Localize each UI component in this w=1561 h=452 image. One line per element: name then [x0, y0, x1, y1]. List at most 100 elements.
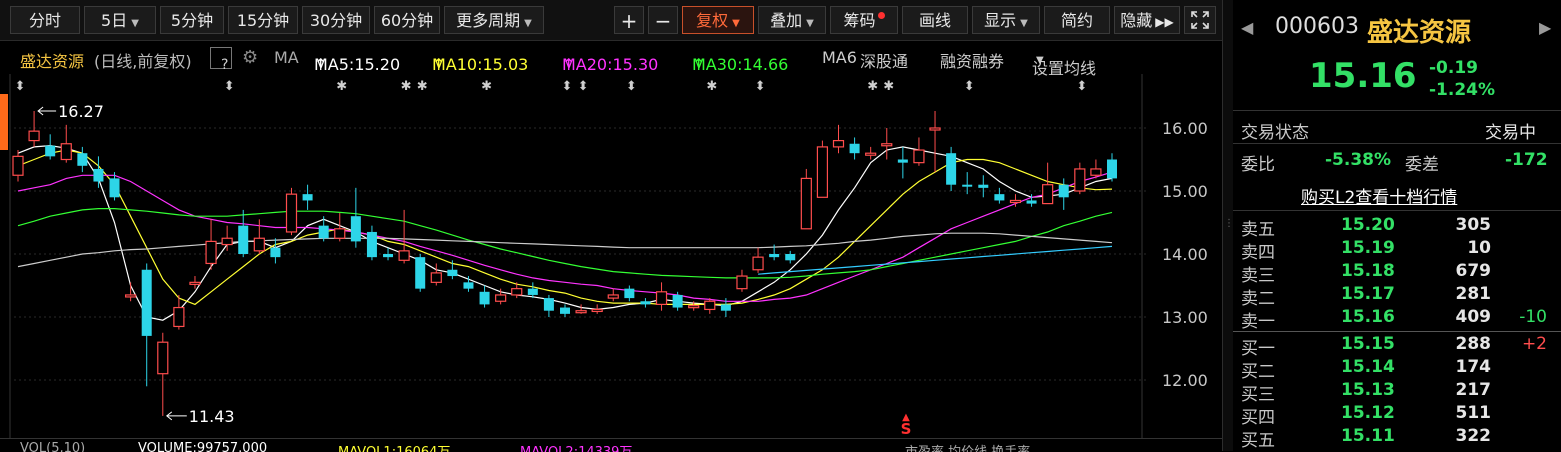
candle-body[interactable] [270, 247, 281, 258]
event-marker-icon[interactable]: ⬍ [15, 79, 26, 94]
candle-body[interactable] [994, 194, 1005, 201]
event-marker-icon[interactable]: ✱ [336, 79, 347, 94]
help-button[interactable]: ? [210, 47, 232, 73]
candle-body[interactable] [430, 272, 442, 283]
candle-body[interactable] [816, 146, 829, 198]
candle-body[interactable] [607, 294, 619, 299]
draw-line-button[interactable]: 画线 [902, 6, 968, 34]
candle-body[interactable] [93, 168, 104, 182]
period-button-5min[interactable]: 5分钟 [160, 6, 224, 34]
candle-body[interactable] [350, 216, 361, 242]
candle-body[interactable] [704, 300, 716, 311]
candle-body[interactable] [560, 307, 570, 314]
candle-body[interactable] [752, 256, 764, 271]
candle-body[interactable] [785, 254, 796, 261]
buy-l2-link[interactable]: 购买L2查看十档行情 [1301, 183, 1457, 208]
candle-body[interactable] [1042, 184, 1054, 205]
candle-body[interactable] [1026, 200, 1037, 204]
zoom-in-button[interactable]: + [614, 6, 644, 34]
candle-body[interactable] [736, 275, 748, 290]
candle-body[interactable] [302, 194, 313, 201]
event-marker-icon[interactable]: ⬍ [964, 79, 975, 94]
candle-body[interactable] [479, 291, 490, 305]
event-marker-icon[interactable]: ⬍ [1076, 79, 1087, 94]
candle-body[interactable] [125, 294, 137, 298]
period-button-15min[interactable]: 15分钟 [228, 6, 298, 34]
candle-body[interactable] [913, 149, 925, 164]
event-marker-icon[interactable]: ⬍ [562, 79, 573, 94]
previous-stock-icon[interactable]: ◀ [1241, 18, 1253, 37]
candle-body[interactable] [769, 254, 780, 258]
candle-body[interactable] [28, 130, 40, 142]
expand-button[interactable] [1184, 6, 1216, 34]
candle-body[interactable] [463, 282, 474, 289]
candle-body[interactable] [205, 240, 217, 265]
event-marker-icon[interactable]: ✱ [883, 79, 894, 94]
candle-body[interactable] [334, 228, 346, 239]
candle-body[interactable] [221, 237, 233, 246]
chips-button[interactable]: 筹码 [830, 6, 898, 34]
period-button-5day[interactable]: 5日 ▼ [84, 6, 156, 34]
candle-body[interactable] [640, 301, 651, 305]
candle-body[interactable] [720, 304, 731, 311]
candle-body[interactable] [1074, 168, 1086, 192]
candle-body[interactable] [672, 294, 683, 308]
event-marker-icon[interactable]: ✱ [401, 79, 412, 94]
event-marker-icon[interactable]: ⬍ [578, 79, 589, 94]
candle-body[interactable] [12, 155, 24, 176]
candle-body[interactable] [1090, 168, 1102, 176]
candle-body[interactable] [285, 193, 298, 233]
event-marker-icon[interactable]: ✱ [481, 79, 492, 94]
event-marker-icon[interactable]: ⬍ [224, 79, 235, 94]
candle-body[interactable] [447, 269, 458, 277]
period-button-more[interactable]: 更多周期 ▼ [444, 6, 544, 34]
candle-body[interactable] [865, 152, 877, 156]
candle-body[interactable] [800, 177, 812, 230]
candle-body[interactable] [495, 294, 507, 302]
candle-body[interactable] [897, 159, 908, 163]
next-stock-icon[interactable]: ▶ [1539, 18, 1551, 37]
candle-body[interactable] [962, 184, 973, 187]
gear-icon[interactable]: ⚙ [242, 47, 258, 68]
candle-body[interactable] [849, 143, 860, 154]
candle-body[interactable] [591, 308, 603, 313]
candle-body[interactable] [415, 257, 426, 289]
candle-body[interactable] [575, 310, 587, 314]
vol-indicator-label[interactable]: VOL(5,10) [20, 441, 85, 452]
candle-body[interactable] [60, 143, 72, 161]
candle-body[interactable] [45, 145, 56, 157]
event-marker-icon[interactable]: ⬍ [626, 79, 637, 94]
event-marker-icon[interactable]: ⬍ [755, 79, 766, 94]
zoom-out-button[interactable]: − [648, 6, 678, 34]
candle-body[interactable] [173, 306, 185, 328]
candle-body[interactable] [253, 237, 265, 252]
candle-body[interactable] [398, 250, 410, 261]
display-button[interactable]: 显示 ▼ [972, 6, 1040, 34]
candle-body[interactable] [688, 305, 700, 309]
period-button-intraday[interactable]: 分时 [10, 6, 80, 34]
candle-body[interactable] [366, 231, 377, 258]
candle-body[interactable] [929, 127, 941, 131]
candle-body[interactable] [655, 291, 668, 306]
candlestick-chart[interactable]: 16.00 15.00 14.00 13.00 12.00 ⬍ ⬍ ✱ ✱ ✱ ✱ ⬍ ⬍ ⬍ ✱ ⬍ ✱ ✱ ⬍ ⬍… [0, 74, 1222, 438]
candle-body[interactable] [109, 178, 120, 198]
candle-body[interactable] [946, 153, 957, 185]
candle-body[interactable] [157, 341, 169, 375]
event-marker-icon[interactable]: ✱ [867, 79, 878, 94]
candle-body[interactable] [1107, 159, 1117, 179]
event-marker-icon[interactable]: ✱ [417, 79, 428, 94]
candle-body[interactable] [543, 298, 554, 311]
shenzhen-connect-link[interactable]: 深股通 [860, 48, 908, 72]
candle-body[interactable] [77, 153, 88, 166]
candle-body[interactable] [511, 288, 523, 296]
candle-body[interactable] [832, 139, 845, 148]
hide-panel-button[interactable]: 隐藏 ▶▶ [1114, 6, 1180, 34]
margin-trading-link[interactable]: 融资融券 [940, 48, 1004, 72]
indicator-tabs[interactable]: 市盈率 均价线 换手率 [905, 441, 1030, 452]
event-marker-icon[interactable]: ✱ [706, 79, 717, 94]
candle-body[interactable] [383, 254, 394, 258]
candle-body[interactable] [1058, 184, 1069, 198]
overlay-button[interactable]: 叠加 ▼ [758, 6, 826, 34]
candle-body[interactable] [141, 269, 152, 336]
candle-body[interactable] [238, 225, 249, 254]
